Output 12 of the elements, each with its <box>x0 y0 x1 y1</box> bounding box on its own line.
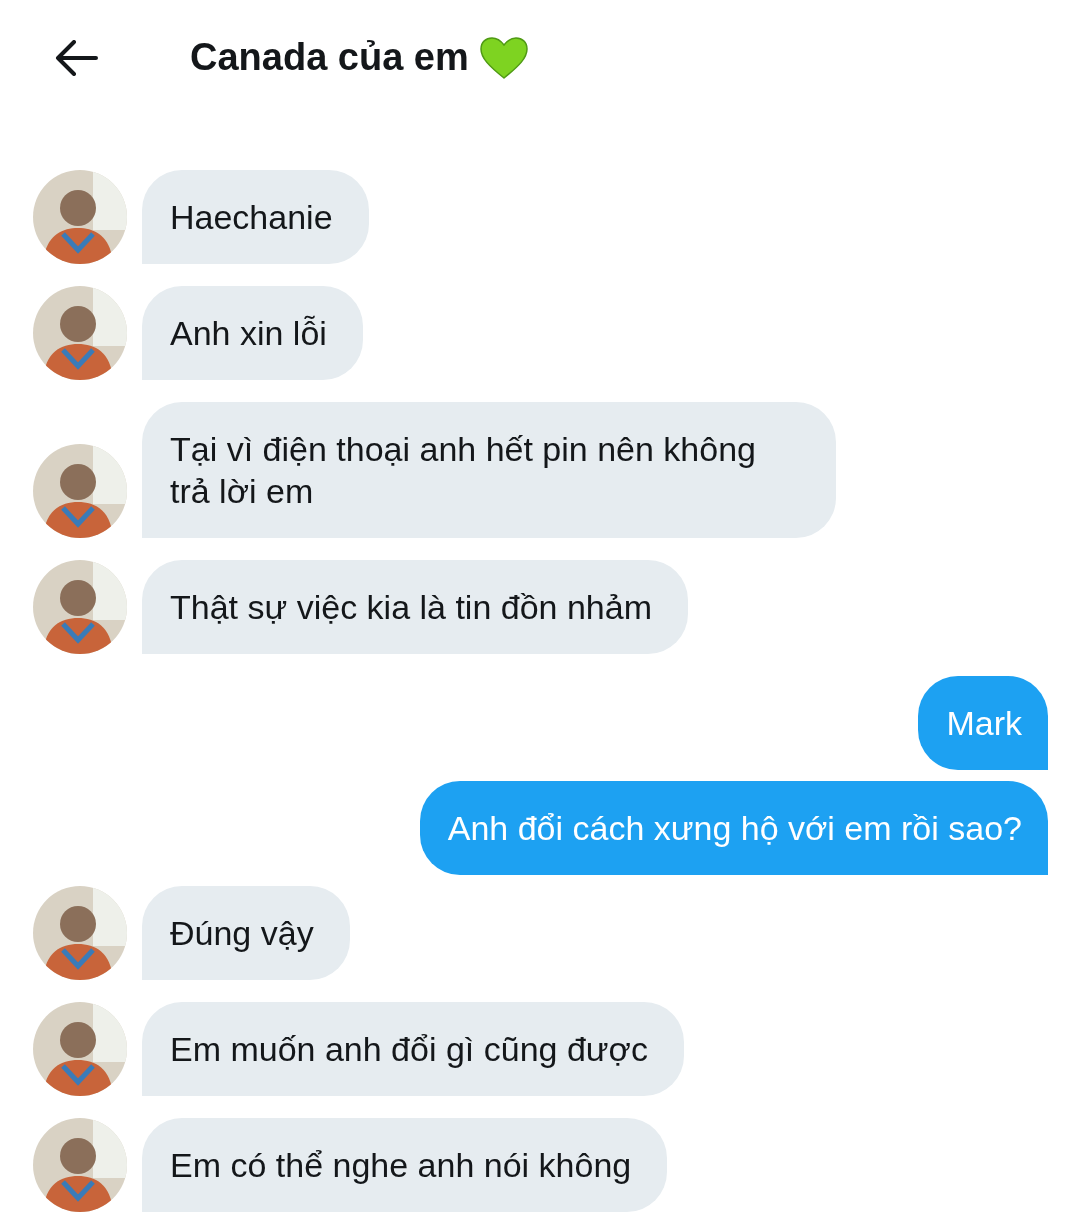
message-bubble: Mark <box>918 676 1048 770</box>
heart-icon <box>478 35 529 80</box>
back-arrow-icon[interactable] <box>54 39 98 76</box>
message-bubble: Thật sự việc kia là tin đồn nhảm <box>142 560 688 654</box>
message-bubble: Anh đổi cách xưng hộ với em rồi sao? <box>419 781 1048 875</box>
message-bubble: Em muốn anh đổi gì cũng được <box>142 1002 684 1096</box>
message-bubble: Em có thể nghe anh nói không <box>142 1118 668 1212</box>
message-bubble: Tại vì điện thoại anh hết pin nên không trả lời em <box>142 402 836 538</box>
chat-title: Canada của em <box>190 36 469 79</box>
message-bubble: Anh xin lỗi <box>142 286 363 380</box>
message-bubble: Đúng vậy <box>142 886 350 980</box>
message-bubble: Haechanie <box>142 170 369 264</box>
